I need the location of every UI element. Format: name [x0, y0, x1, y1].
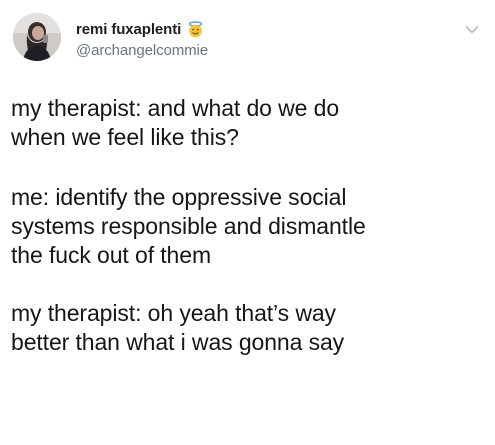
user-handle[interactable]: @archangelcommie — [76, 42, 208, 59]
display-name-row: remi fuxaplenti — [76, 19, 208, 39]
avatar[interactable] — [13, 13, 61, 61]
tweet-paragraph: my therapist: oh yeah that’s way better … — [11, 300, 345, 355]
tweet-paragraph: me: identify the oppressive social syste… — [11, 184, 366, 268]
smiling-face-with-halo-icon — [187, 20, 204, 38]
tweet-header: remi fuxaplenti @archangelcommie — [0, 0, 495, 70]
avatar-image — [13, 13, 61, 61]
tweet-paragraph: my therapist: and what do we do when we … — [11, 95, 340, 150]
author-names: remi fuxaplenti @archangelcommie — [76, 19, 208, 60]
display-name[interactable]: remi fuxaplenti — [76, 21, 181, 38]
tweet-text: my therapist: and what do we do when we … — [11, 94, 481, 357]
chevron-down-icon[interactable] — [465, 22, 479, 34]
tweet-card: remi fuxaplenti @archangelcommie my ther… — [0, 0, 495, 445]
